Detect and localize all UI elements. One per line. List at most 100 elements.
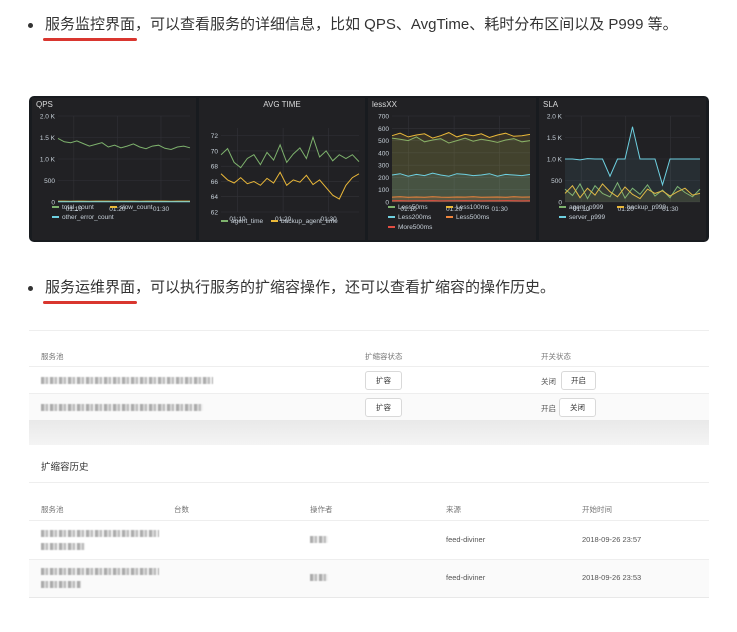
y-tick-label: 0 [51, 200, 55, 207]
legend-label: backup_p999 [627, 204, 666, 211]
chart-svg-avgtime: 62646668707201:10 01:20 01:30agent_time bac… [211, 128, 360, 225]
pool-name-blurred [41, 377, 213, 384]
scale-up-button[interactable]: 扩容 [365, 398, 402, 417]
legend-label: total_count [62, 204, 94, 211]
y-tick-label: 600 [378, 126, 389, 133]
legend-swatch [52, 206, 59, 208]
table-row: 扩容 关闭 开启 [29, 367, 709, 393]
legend-label: More500ms [398, 224, 433, 231]
legend-label: Less100ms [456, 204, 490, 211]
y-tick-label: 0 [385, 200, 389, 207]
highlight-operations: 服务运维界面 [42, 275, 138, 304]
col-switch-status: 开关状态 [541, 352, 571, 361]
x-tick-label: 01:30 [491, 206, 508, 213]
y-tick-label: 68 [211, 164, 219, 171]
legend-label: slow_count [120, 204, 153, 211]
x-tick-label: 01:30 [153, 206, 170, 213]
legend-swatch [617, 206, 624, 208]
y-tick-label: 500 [378, 138, 389, 145]
time-cell: 2018-09-26 23:57 [582, 535, 642, 544]
switch-off-button[interactable]: 关闭 [559, 398, 596, 417]
y-tick-label: 500 [551, 178, 562, 185]
switch-on-button[interactable]: 开启 [561, 371, 596, 390]
chart-svg-lessxx: 010020030040050060070001:10 01:20 01:30Les… [378, 114, 531, 231]
scaling-table: 服务池 扩缩容状态 开关状态 扩容 关闭 开启 扩容 开启 关闭 [29, 330, 709, 421]
bullet-desc: ，可以查看服务的详细信息，比如 QPS、AvgTime、耗时分布区间以及 P99… [135, 16, 678, 33]
chart-svg-qps: 05001.0 K1.5 K2.0 K01:10 01:20 01:30total_… [40, 114, 191, 221]
series-line-backup_agent_time [220, 171, 360, 200]
col-pool: 服务池 [41, 352, 64, 361]
legend-label: Less50ms [398, 204, 428, 211]
y-tick-label: 2.0 K [40, 114, 56, 121]
y-tick-label: 70 [211, 148, 219, 155]
pool-name-blurred [41, 404, 203, 411]
pool-name-blurred [41, 543, 85, 550]
legend-swatch [559, 206, 566, 208]
legend-label: backup_agent_time [281, 218, 338, 225]
operator-blurred [310, 574, 328, 581]
legend-label: Less500ms [456, 214, 490, 221]
series-line-total_count [57, 137, 191, 151]
col-operator: 操作者 [310, 505, 333, 514]
y-tick-label: 0 [558, 200, 562, 207]
table-row: feed-diviner 2018-09-26 23:53 [29, 560, 709, 597]
y-tick-label: 500 [44, 178, 55, 185]
y-tick-label: 72 [211, 133, 219, 140]
pool-name-blurred [41, 581, 81, 588]
y-tick-label: 1.5 K [547, 135, 563, 142]
legend-swatch [446, 206, 453, 208]
col-time: 开始时间 [582, 505, 612, 514]
bullet-dot [28, 286, 33, 291]
chart-panel-qps: QPS 0 500 1.0 K 1.5 K 2.0 K 01:10 01:20 01:30 to… [32, 98, 196, 240]
legend-label: other_error_count [62, 214, 114, 221]
y-tick-label: 2.0 K [547, 114, 563, 121]
operator-blurred [310, 536, 328, 543]
legend-swatch [221, 220, 228, 222]
source-cell: feed-diviner [446, 573, 486, 582]
scaling-history: 扩缩容历史 服务池 台数 操作者 来源 开始时间 feed-diviner 20… [29, 445, 709, 598]
y-tick-label: 1.5 K [40, 135, 56, 142]
y-tick-label: 700 [378, 114, 389, 121]
chart-panel-sla: SLA 0 500 1.0 K 1.5 K 2.0 K 01:10 01:20 01:30 ag… [539, 98, 706, 240]
section-divider [29, 420, 709, 445]
bullet-monitoring: 服务监控界面，可以查看服务的详细信息，比如 QPS、AvgTime、耗时分布区间… [28, 12, 708, 41]
y-tick-label: 400 [378, 150, 389, 157]
chart-panel-avgtime: AVG TIME 62 64 66 68 70 72 01:10 01:20 01:30 agen… [199, 98, 365, 240]
bullet-text: 服务运维界面，可以执行服务的扩缩容操作，还可以查看扩缩容的操作历史。 [42, 275, 708, 304]
switch-state-label: 开启 [541, 404, 556, 413]
pool-name-blurred [41, 568, 159, 575]
pool-name-blurred [41, 530, 159, 537]
col-source: 来源 [446, 505, 461, 514]
bullet-dot [28, 23, 33, 28]
col-scale-status: 扩缩容状态 [365, 352, 403, 361]
y-tick-label: 300 [378, 163, 389, 170]
bullet-text: 服务监控界面，可以查看服务的详细信息，比如 QPS、AvgTime、耗时分布区间… [42, 12, 708, 41]
legend-label: Less200ms [398, 214, 432, 221]
y-tick-label: 64 [211, 194, 219, 201]
legend-swatch [52, 216, 59, 218]
legend-swatch [559, 216, 566, 218]
scale-up-button[interactable]: 扩容 [365, 371, 402, 390]
series-line-Less500ms [391, 196, 531, 198]
monitor-dashboard: QPS 0 500 1.0 K 1.5 K 2.0 K 01:10 01:20 01:30 to… [29, 96, 709, 242]
bullet-operations: 服务运维界面，可以执行服务的扩缩容操作，还可以查看扩缩容的操作历史。 [28, 275, 708, 304]
y-tick-label: 62 [211, 210, 219, 217]
series-area [565, 126, 700, 202]
legend-swatch [388, 226, 395, 228]
time-cell: 2018-09-26 23:53 [582, 573, 642, 582]
y-tick-label: 200 [378, 175, 389, 182]
chart-panel-lessxx: lessXX 0 100 200 300 400 500 600 700 01:10 01:20 0… [368, 98, 536, 240]
y-tick-label: 1.0 K [547, 157, 563, 164]
y-tick-label: 1.0 K [40, 157, 56, 164]
legend-swatch [446, 216, 453, 218]
table-row: 扩容 开启 关闭 [29, 394, 709, 420]
legend-swatch [388, 206, 395, 208]
legend-label: agent_p999 [569, 204, 604, 211]
col-count: 台数 [174, 505, 189, 514]
legend-label: agent_time [231, 218, 264, 225]
table-row: feed-diviner 2018-09-26 23:57 [29, 521, 709, 559]
legend-swatch [388, 216, 395, 218]
switch-state-label: 关闭 [541, 377, 556, 386]
bullet-desc: ，可以执行服务的扩缩容操作，还可以查看扩缩容的操作历史。 [135, 279, 556, 296]
legend-label: server_p999 [569, 214, 606, 221]
